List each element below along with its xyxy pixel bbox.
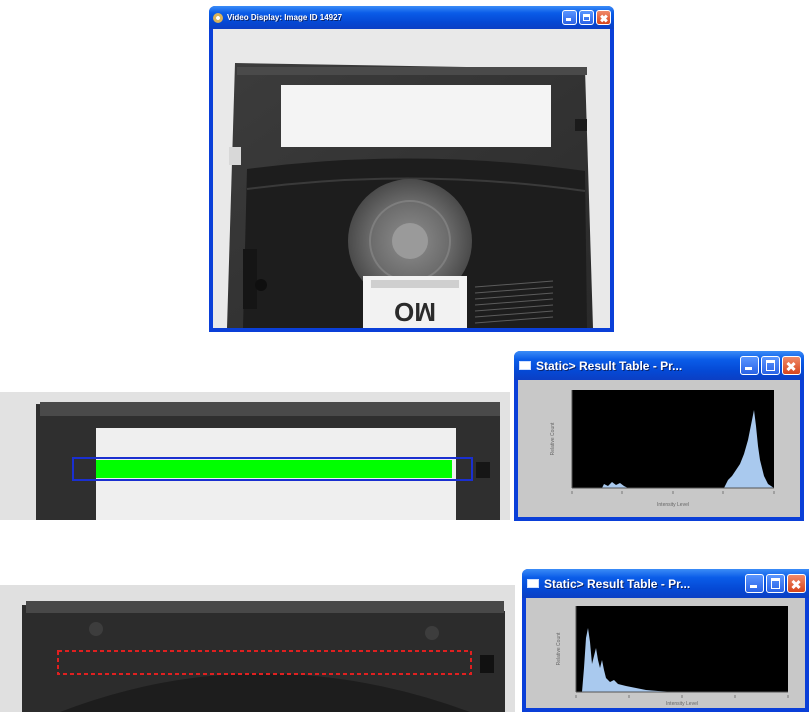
y-axis-label: Relative Count (550, 422, 556, 455)
result-table-window-1[interactable]: Static> Result Table - Pr... Intensity L… (514, 351, 804, 521)
window-icon (527, 579, 539, 588)
maximize-icon (770, 578, 781, 589)
video-display-titlebar[interactable]: Video Display: Image ID 14927 (209, 6, 614, 29)
close-button[interactable] (787, 574, 806, 593)
maximize-icon (765, 360, 776, 371)
video-display-window[interactable]: Video Display: Image ID 14927 MO (209, 6, 614, 332)
maximize-button[interactable] (766, 574, 785, 593)
x-axis-label: Intensity Level (666, 701, 698, 707)
disk-cartridge-image: MO (213, 29, 610, 328)
histogram-chart-2: Intensity Level Relative Count (556, 606, 789, 707)
cartridge-label (281, 85, 551, 147)
minimize-button[interactable] (745, 574, 764, 593)
camera-icon (213, 12, 223, 23)
label-missing-image (0, 585, 515, 712)
maximize-button[interactable] (761, 356, 780, 375)
result-table-title-2: Static> Result Table - Pr... (544, 576, 691, 591)
maximize-icon (582, 13, 591, 22)
window-icon (519, 361, 531, 370)
y-axis-label: Relative Count (556, 632, 562, 665)
histogram-chart-1: Intensity Level Relative Count (550, 390, 775, 508)
x-axis-label: Intensity Level (657, 502, 689, 508)
close-button[interactable] (782, 356, 801, 375)
video-display-title: Video Display: Image ID 14927 (227, 13, 343, 22)
close-button[interactable] (596, 10, 611, 25)
result-table-titlebar-2[interactable]: Static> Result Table - Pr... (522, 569, 809, 598)
label-present-image (0, 392, 510, 520)
minimize-icon (750, 585, 758, 589)
maximize-button[interactable] (579, 10, 594, 25)
result-table-window-2[interactable]: Static> Result Table - Pr... Intensity L… (522, 569, 809, 712)
minimize-icon (745, 367, 753, 371)
result-table-title-1: Static> Result Table - Pr... (536, 358, 683, 373)
histogram-panel-1: Intensity Level Relative Count (518, 380, 800, 517)
minimize-button[interactable] (562, 10, 577, 25)
mo-logo-text: MO (394, 297, 436, 327)
minimize-button[interactable] (740, 356, 759, 375)
camera-image: MO (213, 29, 610, 328)
histogram-panel-2: Intensity Level Relative Count (526, 598, 805, 708)
result-table-titlebar-1[interactable]: Static> Result Table - Pr... (514, 351, 804, 380)
roi-fill-green (96, 460, 452, 478)
minimize-icon (566, 18, 572, 22)
